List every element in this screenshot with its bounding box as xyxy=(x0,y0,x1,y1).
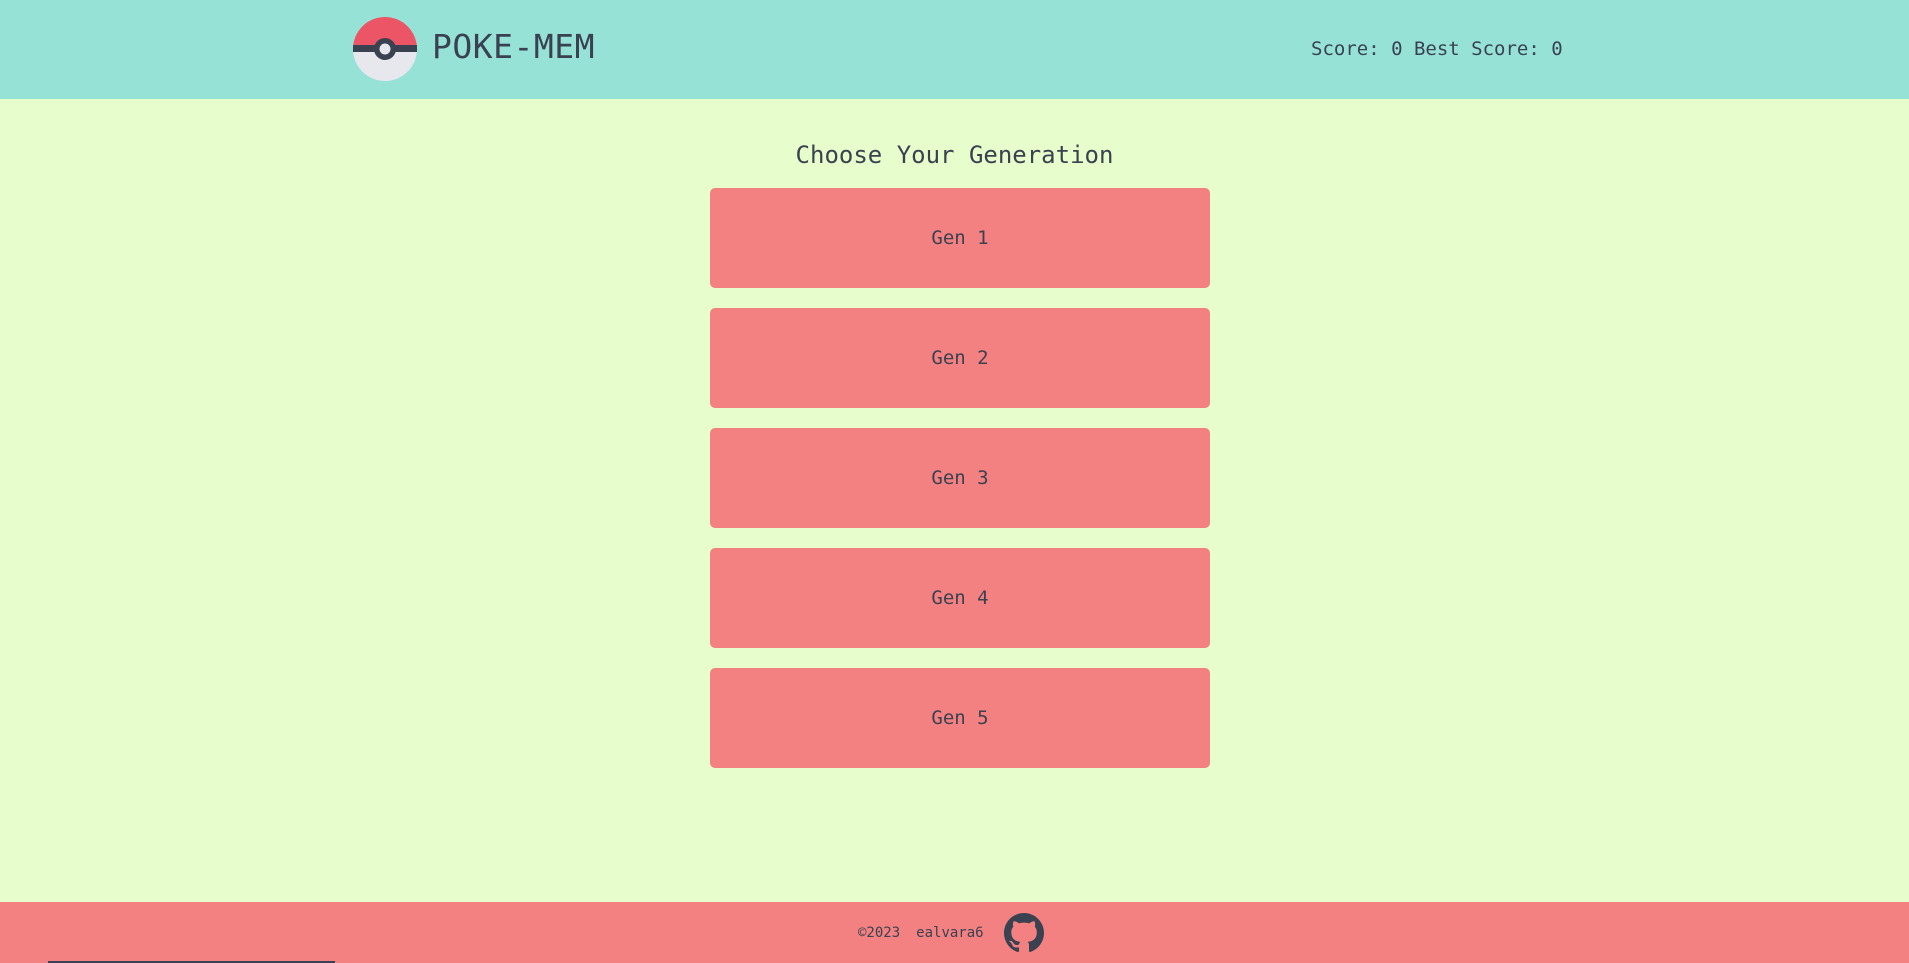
gen-3-button[interactable]: Gen 3 xyxy=(710,428,1210,528)
gen-4-button[interactable]: Gen 4 xyxy=(710,548,1210,648)
generation-list: Gen 1 Gen 2 Gen 3 Gen 4 Gen 5 xyxy=(710,188,1210,788)
header-bar: POKE-MEM Score: 0 Best Score: 0 xyxy=(0,0,1909,99)
score-display: Score: 0 Best Score: 0 xyxy=(1311,38,1563,60)
page-title: Choose Your Generation xyxy=(795,141,1114,169)
footer-bar: ©2023 ealvara6 xyxy=(0,902,1909,963)
gen-5-button[interactable]: Gen 5 xyxy=(710,668,1210,768)
copyright-text: ©2023 xyxy=(858,925,901,941)
github-icon[interactable] xyxy=(1003,913,1044,953)
pokeball-icon xyxy=(353,17,417,81)
footer-content: ©2023 ealvara6 xyxy=(858,913,1044,953)
author-name: ealvara6 xyxy=(916,925,984,941)
app-title: POKE-MEM xyxy=(432,27,595,66)
gen-1-button[interactable]: Gen 1 xyxy=(710,188,1210,288)
gen-2-button[interactable]: Gen 2 xyxy=(710,308,1210,408)
